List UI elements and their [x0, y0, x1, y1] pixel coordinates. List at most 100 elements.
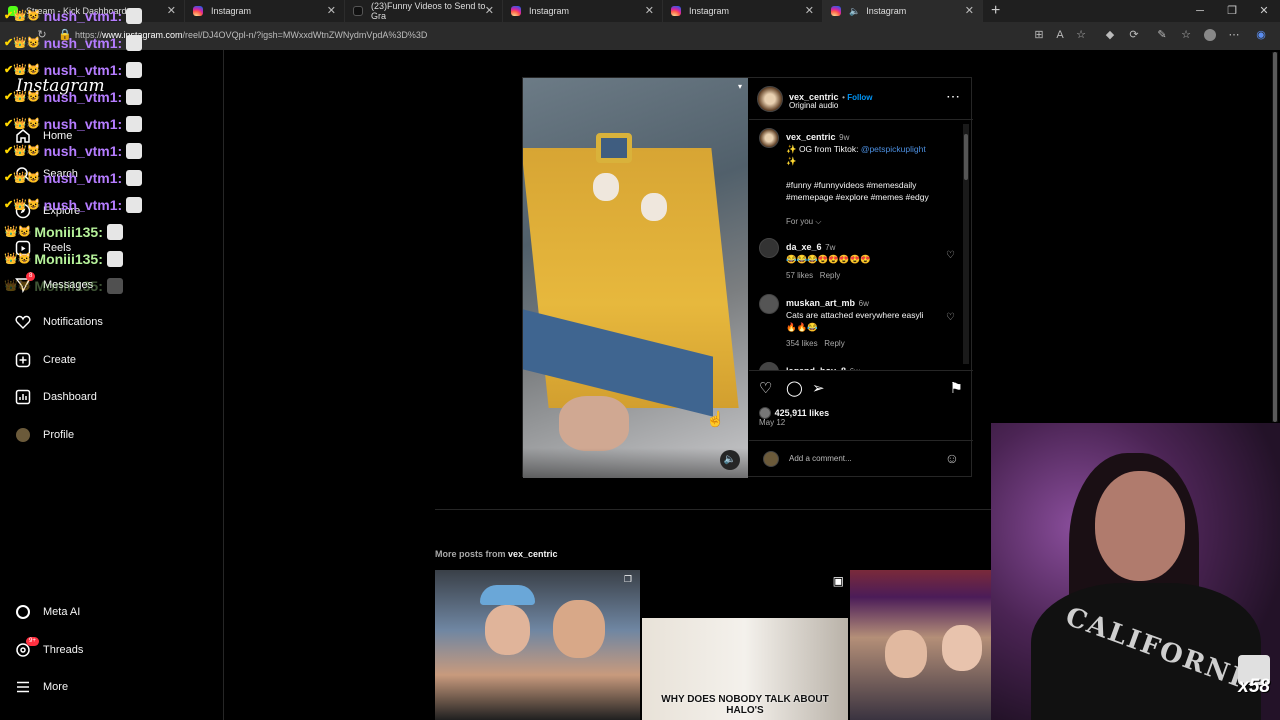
post-thumbnail[interactable]: ❐: [435, 570, 640, 720]
sidebar-item-label: Meta AI: [43, 606, 81, 618]
comments-scrollbar[interactable]: [963, 124, 969, 364]
comment-icon[interactable]: ◯: [786, 379, 803, 397]
app-icon[interactable]: ⊞: [1033, 29, 1045, 41]
hashtags[interactable]: #memepage #explore #memes #edgy: [786, 191, 956, 203]
comment-likes[interactable]: 57 likes: [786, 271, 813, 280]
emoji-icon[interactable]: ☺: [945, 450, 959, 466]
close-window-icon[interactable]: ✕: [1248, 0, 1280, 22]
close-icon[interactable]: ✕: [805, 4, 814, 17]
comment-likes[interactable]: 354 likes: [786, 339, 818, 348]
audio-indicator-icon: ▾: [737, 82, 742, 91]
sidebar-item-threads[interactable]: 9+ Threads: [14, 636, 214, 664]
maximize-icon[interactable]: ❐: [1216, 0, 1248, 22]
close-icon[interactable]: ✕: [485, 4, 494, 17]
tab-title: Instagram: [866, 6, 907, 16]
comment-username[interactable]: vex_centric: [786, 132, 836, 142]
hashtags[interactable]: #funny #funnyvideos #memesdaily: [786, 179, 956, 191]
close-icon[interactable]: ✕: [327, 4, 336, 17]
author-avatar[interactable]: [757, 86, 783, 112]
refresh-extension-icon[interactable]: ⟳: [1128, 29, 1140, 41]
close-icon[interactable]: ✕: [965, 4, 974, 17]
read-aloud-icon[interactable]: A: [1054, 29, 1066, 41]
commenter-avatar[interactable]: [759, 238, 779, 258]
bookmark-icon[interactable]: ⚑: [950, 379, 963, 397]
puzzle-icon[interactable]: ✎: [1156, 29, 1168, 41]
reply-button[interactable]: Reply: [820, 271, 840, 280]
sidebar-item-notifications[interactable]: Notifications: [14, 308, 214, 336]
my-avatar: [763, 451, 779, 467]
tab-instagram-2[interactable]: Instagram ✕: [503, 0, 663, 22]
commenter-avatar[interactable]: [759, 362, 779, 370]
menu-icon: [14, 678, 32, 696]
carousel-icon: ❐: [623, 574, 632, 584]
likes-row: 425,911 likes: [759, 404, 829, 419]
divider: [435, 509, 991, 510]
chat-message: 👑😺 Moniii135:: [4, 245, 174, 272]
settings-menu-icon[interactable]: ⋯: [1228, 29, 1240, 41]
comment-text: Cats are attached everywhere easyli: [786, 310, 924, 320]
copilot-icon[interactable]: ◉: [1255, 29, 1267, 41]
tab-title: Instagram: [211, 6, 252, 16]
chat-badges-icon: ✔👑😺: [4, 118, 41, 130]
chat-badges-icon: ✔👑😺: [4, 172, 41, 184]
tab-instagram-3[interactable]: Instagram ✕: [663, 0, 823, 22]
minimize-icon[interactable]: ─: [1184, 0, 1216, 22]
tab-title: (23)Funny Videos to Send to Gra: [371, 1, 486, 21]
chat-badges-icon: 👑😺: [4, 280, 32, 292]
mute-toggle-icon[interactable]: 🔈: [720, 450, 740, 470]
like-comment-icon[interactable]: ♡: [946, 250, 955, 261]
comment-username[interactable]: muskan_art_mb: [786, 298, 855, 308]
new-tab-icon[interactable]: +: [991, 2, 1000, 20]
like-comment-icon[interactable]: ♡: [946, 312, 955, 323]
follow-button[interactable]: Follow: [847, 93, 872, 102]
comments-list: vex_centric 9w ✨ OG from Tiktok: @petspi…: [749, 120, 973, 370]
favorites-bar-icon[interactable]: ☆: [1180, 29, 1192, 41]
chat-badges-icon: ✔👑😺: [4, 199, 41, 211]
close-icon[interactable]: ✕: [645, 4, 654, 17]
more-options-icon[interactable]: ⋯: [946, 88, 961, 105]
comment-username[interactable]: da_xe_6: [786, 242, 822, 252]
sidebar-item-create[interactable]: Create: [14, 346, 214, 374]
like-icon[interactable]: ♡: [759, 379, 772, 397]
for-you-dropdown[interactable]: For you ⌵: [786, 217, 956, 227]
sidebar-item-profile[interactable]: Profile: [14, 421, 214, 449]
favorite-icon[interactable]: ☆: [1075, 29, 1087, 41]
mention-link[interactable]: @petspickuplight: [861, 144, 926, 154]
avatar-icon: [14, 426, 32, 444]
page-scrollbar[interactable]: [1272, 52, 1278, 422]
sidebar-item-label: Notifications: [43, 316, 103, 328]
cat-emote-icon: [126, 196, 143, 213]
post-header: vex_centric • Follow Original audio ⋯: [749, 78, 973, 120]
chat-message: ✔👑😺 nush_vtm1:: [4, 29, 174, 56]
likes-count[interactable]: 425,911 likes: [775, 408, 830, 418]
reel-icon: ▣: [832, 574, 844, 588]
post-thumbnail[interactable]: ▣ WHY DOES NOBODY TALK ABOUT HALO'S: [642, 570, 848, 720]
sidebar-item-label: Profile: [43, 429, 75, 441]
tiktok-icon: [353, 6, 363, 16]
commenter-avatar[interactable]: [759, 294, 779, 314]
comment-time: 9w: [839, 133, 850, 142]
tab-tiktok[interactable]: (23)Funny Videos to Send to Gra ✕: [345, 0, 503, 22]
sidebar-item-meta-ai[interactable]: Meta AI: [14, 598, 214, 626]
add-comment-input[interactable]: Add a comment...: [789, 454, 852, 463]
sidebar-item-dashboard[interactable]: Dashboard: [14, 383, 214, 411]
sidebar-item-more[interactable]: More: [14, 673, 214, 701]
more-posts-user[interactable]: vex_centric: [508, 549, 558, 559]
tab-instagram-active[interactable]: 🔈 Instagram ✕: [823, 0, 983, 22]
post-thumbnail[interactable]: [850, 570, 991, 720]
author-avatar[interactable]: [759, 128, 779, 148]
profile-avatar-icon[interactable]: [1204, 29, 1216, 41]
tab-instagram-1[interactable]: Instagram ✕: [185, 0, 345, 22]
extension-icon[interactable]: ◆: [1104, 29, 1116, 41]
window-controls: ─ ❐ ✕: [1184, 0, 1280, 22]
chat-message: ✔👑😺 nush_vtm1:: [4, 137, 174, 164]
chat-badges-icon: 👑😺: [4, 253, 32, 265]
speaker-icon[interactable]: 🔈: [849, 6, 860, 17]
cat-emote-icon: [126, 34, 143, 51]
audio-label[interactable]: Original audio: [789, 101, 838, 110]
cursor-hand-icon: ☝: [706, 411, 725, 428]
thumbnail-caption: WHY DOES NOBODY TALK ABOUT HALO'S: [661, 694, 829, 716]
post-actions: ♡ ◯ ➢ ⚑ 425,911 likes May 12: [749, 370, 973, 430]
share-icon[interactable]: ➢: [812, 379, 825, 397]
reply-button[interactable]: Reply: [824, 339, 844, 348]
